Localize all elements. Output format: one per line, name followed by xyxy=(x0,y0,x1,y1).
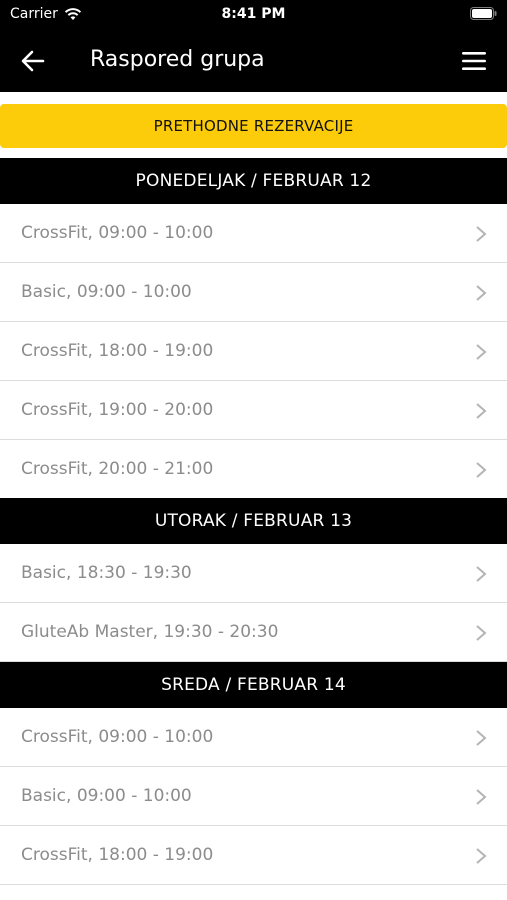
class-label: CrossFit, 18:00 - 19:00 xyxy=(21,845,214,865)
class-list-item[interactable]: CrossFit, 09:00 - 10:00 xyxy=(0,204,507,263)
chevron-right-icon xyxy=(476,625,487,641)
clock: 8:41 PM xyxy=(221,6,286,22)
status-bar: Carrier 8:41 PM xyxy=(0,0,507,28)
chevron-right-icon xyxy=(476,403,487,419)
arrow-left-icon xyxy=(21,50,45,72)
class-label: Basic, 18:30 - 19:30 xyxy=(21,563,192,583)
day-header-tuesday: UTORAK / FEBRUAR 13 xyxy=(0,498,507,544)
day-header-wednesday: SREDA / FEBRUAR 14 xyxy=(0,662,507,708)
class-label: CrossFit, 09:00 - 10:00 xyxy=(21,727,214,747)
chevron-right-icon xyxy=(476,462,487,478)
back-button[interactable] xyxy=(18,46,48,76)
class-list-item[interactable]: CrossFit, 18:00 - 19:00 xyxy=(0,826,507,885)
chevron-right-icon xyxy=(476,344,487,360)
chevron-right-icon xyxy=(476,848,487,864)
class-label: GluteAb Master, 19:30 - 20:30 xyxy=(21,622,279,642)
class-label: CrossFit, 09:00 - 10:00 xyxy=(21,223,214,243)
class-list-item[interactable]: GluteAb Master, 19:30 - 20:30 xyxy=(0,603,507,662)
menu-button[interactable] xyxy=(459,46,489,76)
previous-reservations-button[interactable]: PRETHODNE REZERVACIJE xyxy=(0,104,507,148)
page-title: Raspored grupa xyxy=(90,47,265,72)
class-list-item[interactable]: CrossFit, 20:00 - 21:00 xyxy=(0,440,507,499)
class-list-item[interactable]: CrossFit, 09:00 - 10:00 xyxy=(0,708,507,767)
chevron-right-icon xyxy=(476,566,487,582)
class-label: CrossFit, 19:00 - 20:00 xyxy=(21,400,214,420)
battery-icon xyxy=(470,7,497,20)
chevron-right-icon xyxy=(476,789,487,805)
class-list-item[interactable]: CrossFit, 18:00 - 19:00 xyxy=(0,322,507,381)
class-list-item[interactable]: Basic, 09:00 - 10:00 xyxy=(0,263,507,322)
chevron-right-icon xyxy=(476,730,487,746)
class-label: Basic, 09:00 - 10:00 xyxy=(21,282,192,302)
chevron-right-icon xyxy=(476,226,487,242)
class-label: Basic, 09:00 - 10:00 xyxy=(21,786,192,806)
chevron-right-icon xyxy=(476,285,487,301)
class-label: CrossFit, 18:00 - 19:00 xyxy=(21,341,214,361)
hamburger-menu-icon xyxy=(462,52,486,70)
class-list-item[interactable]: Basic, 18:30 - 19:30 xyxy=(0,544,507,603)
day-header-monday: PONEDELJAK / FEBRUAR 12 xyxy=(0,158,507,204)
class-list-item[interactable]: Basic, 09:00 - 10:00 xyxy=(0,767,507,826)
navigation-bar: Raspored grupa xyxy=(0,28,507,92)
class-label: CrossFit, 20:00 - 21:00 xyxy=(21,459,214,479)
class-list-item[interactable]: CrossFit, 19:00 - 20:00 xyxy=(0,381,507,440)
